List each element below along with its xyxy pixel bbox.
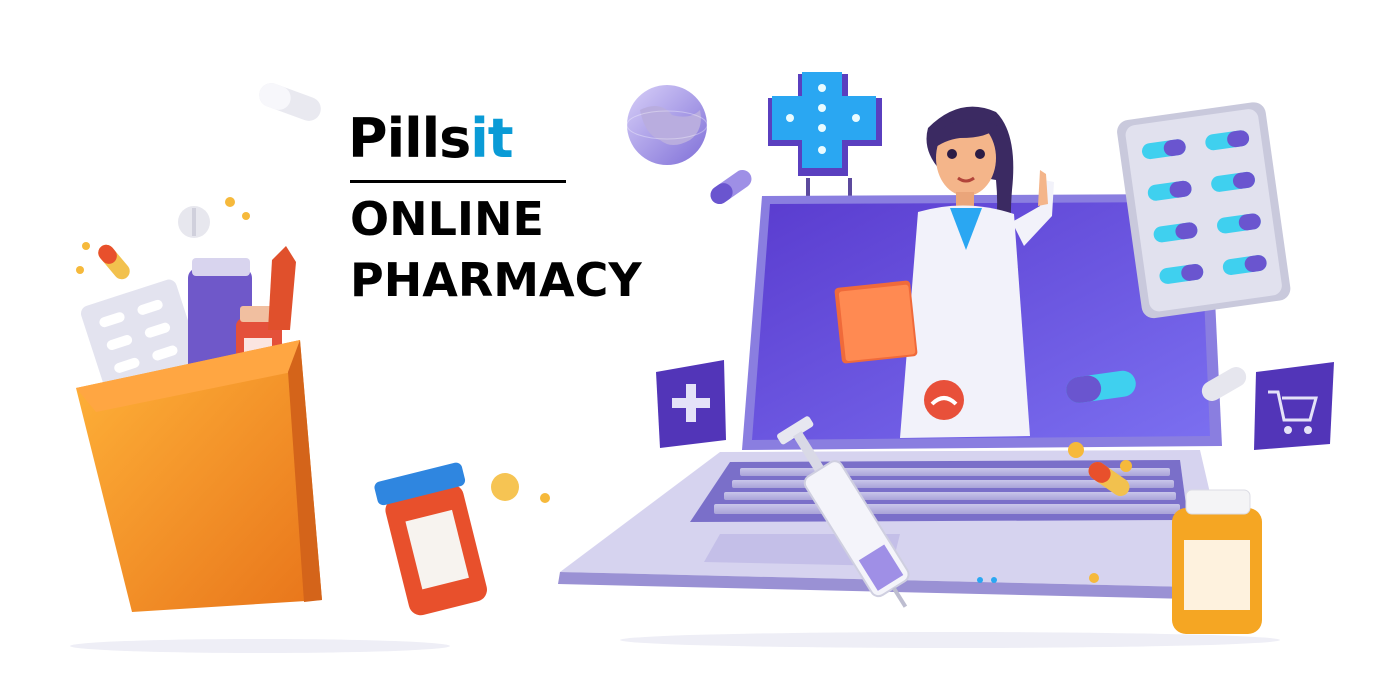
shopping-cart-icon <box>1254 362 1334 450</box>
brand-name-part2: it <box>470 107 513 170</box>
brand-logo: Pillsit ONLINE PHARMACY <box>348 108 688 308</box>
medicine-bottle <box>374 462 487 616</box>
floating-capsule <box>710 169 752 205</box>
brand-name-part1: Pills <box>348 107 471 170</box>
dot <box>225 197 235 207</box>
blister-pack <box>1117 102 1291 319</box>
brand-name: Pillsit <box>348 108 688 170</box>
medicine-bottle <box>1172 489 1262 634</box>
floating-tablet <box>491 473 519 501</box>
tagline-line1: ONLINE <box>350 192 544 246</box>
floor-shadow <box>620 632 1280 648</box>
ampoule <box>268 246 296 330</box>
logo-divider <box>350 180 566 183</box>
medicine-bag <box>76 246 322 612</box>
pharmacy-illustration <box>70 72 1334 653</box>
pharmacy-cross-sign <box>768 72 882 210</box>
floating-pill <box>259 83 321 121</box>
medical-cross-icon <box>656 360 726 448</box>
tagline-line2: PHARMACY <box>350 253 642 307</box>
hero-banner: Pillsit ONLINE PHARMACY <box>0 0 1400 700</box>
floor-shadow <box>70 639 450 653</box>
floating-capsule <box>98 244 130 280</box>
